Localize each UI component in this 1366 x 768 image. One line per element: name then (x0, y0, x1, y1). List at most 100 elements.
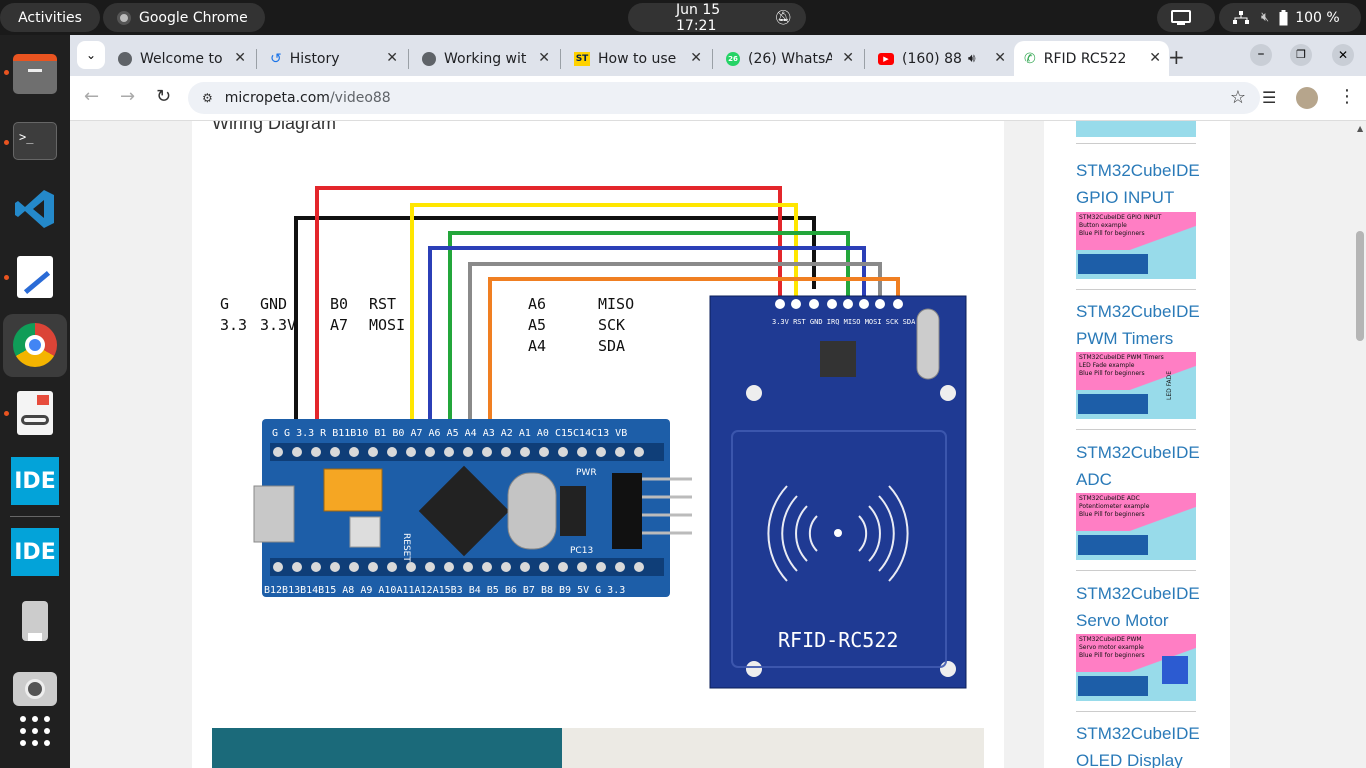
board-image (1078, 535, 1148, 555)
tab-title: (26) WhatsA (748, 50, 832, 67)
tab-separator (864, 49, 865, 69)
tab-youtube[interactable]: ▶ (160) 88 🔊︎ ✕ (868, 41, 1014, 76)
close-icon[interactable]: ✕ (538, 50, 550, 66)
vscode-icon[interactable] (11, 185, 59, 233)
previous-thumbnail[interactable] (1076, 121, 1196, 137)
usb-drive-icon[interactable] (11, 597, 59, 645)
minimize-button[interactable]: – (1250, 44, 1272, 66)
new-tab-button[interactable]: + (1168, 45, 1185, 69)
sidebar-link-oled-display[interactable]: STM32CubeIDE OLED Display (1076, 720, 1201, 768)
tab-history[interactable]: ↺ History ✕ (260, 41, 406, 76)
rfid-chip (820, 341, 856, 377)
link-line: Servo Motor (1076, 611, 1169, 630)
thumb-text: STM32CubeIDE GPIO INPUT (1079, 214, 1162, 221)
rfid-pin-labels: 3.3V RST GND IRQ MISO MOSI SCK SDA (772, 318, 916, 326)
pin-label: MISO (598, 295, 634, 313)
close-icon[interactable]: ✕ (386, 50, 398, 66)
board-image (1078, 676, 1148, 696)
tab-search-button[interactable]: ⌄ (77, 41, 105, 69)
reading-list-icon[interactable]: ☰ (1262, 88, 1276, 107)
chrome-icon[interactable] (11, 321, 59, 369)
tab-welcome[interactable]: Welcome to ✕ (108, 41, 254, 76)
history-icon: ↺ (270, 50, 282, 67)
thumb-text: Blue Pill for beginners (1079, 652, 1145, 659)
pin-label: A7 (330, 316, 348, 334)
close-icon[interactable]: ✕ (690, 50, 702, 66)
thumbnail-servo-motor[interactable]: STM32CubeIDE PWM Servo motor example Blu… (1076, 634, 1196, 701)
pin-label: MOSI (369, 316, 405, 334)
tab-rfid-rc522[interactable]: ✆ RFID RC522 ✕ (1014, 41, 1169, 76)
speaker-icon[interactable]: 🔊︎ (968, 51, 976, 66)
stm32cubeide-icon[interactable]: IDE (11, 457, 59, 505)
chevron-down-icon: ⌄ (85, 48, 97, 62)
document-viewer-icon[interactable] (11, 389, 59, 437)
close-icon[interactable]: ✕ (994, 50, 1006, 66)
thumbnail-gpio-input[interactable]: STM32CubeIDE GPIO INPUT Button example B… (1076, 212, 1196, 279)
globe-icon (118, 51, 132, 66)
clock-button[interactable]: Jun 15 17:21 🔕︎ (628, 1, 806, 34)
globe-icon (422, 51, 436, 66)
thumb-text: Servo motor example (1079, 644, 1144, 651)
tab-separator (408, 49, 409, 69)
blue-pill-board: G G 3.3 R B11B10 B1 B0 A7 A6 A5 A4 A3 A2… (253, 419, 692, 597)
link-line: STM32CubeIDE (1076, 584, 1200, 603)
network-icon (1233, 10, 1249, 24)
text-editor-icon[interactable] (11, 253, 59, 301)
thumbnail-pwm-timers[interactable]: STM32CubeIDE PWM Timers LED Fade example… (1076, 352, 1196, 419)
chrome-menu-button[interactable]: ⋮ (1338, 86, 1356, 107)
link-line: ADC (1076, 470, 1112, 489)
activities-button[interactable]: Activities (0, 3, 100, 32)
sidebar-link-adc[interactable]: STM32CubeIDE ADC (1076, 439, 1201, 493)
url-path: /video88 (329, 90, 391, 106)
sidebar-link-pwm-timers[interactable]: STM32CubeIDE PWM Timers (1076, 298, 1201, 352)
tab-strip: ⌄ Welcome to ✕ ↺ History ✕ Working wit ✕… (70, 35, 1366, 76)
pin-label: RST (369, 295, 396, 313)
terminal-icon[interactable]: >_ (11, 117, 59, 165)
address-bar[interactable]: ⚙ micropeta.com/video88 ☆ (188, 82, 1260, 114)
tab-title: How to use (598, 50, 677, 67)
thumbnail-adc[interactable]: STM32CubeIDE ADC Potentiometer example B… (1076, 493, 1196, 560)
chrome-small-icon (117, 10, 131, 25)
close-icon[interactable]: ✕ (1149, 50, 1161, 66)
profile-avatar[interactable] (1296, 87, 1318, 109)
app-menu-button[interactable]: Google Chrome (103, 3, 265, 32)
scroll-up-arrow[interactable]: ▲ (1357, 124, 1363, 133)
bookmark-star-icon[interactable]: ☆ (1230, 87, 1246, 108)
pin-label: A5 (528, 316, 546, 334)
dock-separator (10, 516, 60, 517)
close-icon[interactable]: ✕ (842, 50, 854, 66)
reload-button[interactable]: ↻ (156, 86, 171, 107)
board-image (1078, 394, 1148, 414)
datetime-label: Jun 15 17:21 (676, 1, 721, 34)
scrollbar-thumb[interactable] (1356, 231, 1364, 341)
screen-share-button[interactable] (1157, 3, 1215, 32)
running-indicator (4, 275, 9, 280)
show-apps-icon[interactable] (11, 707, 59, 755)
sidebar-link-servo-motor[interactable]: STM32CubeIDE Servo Motor (1076, 580, 1201, 634)
tab-whatsapp[interactable]: 26 (26) WhatsA ✕ (716, 41, 862, 76)
close-window-button[interactable]: ✕ (1332, 44, 1354, 66)
files-icon[interactable] (11, 50, 59, 98)
back-button[interactable]: ← (84, 86, 99, 107)
app-name-label: Google Chrome (139, 9, 248, 26)
site-info-icon[interactable]: ⚙ (202, 91, 213, 105)
tab-working-with[interactable]: Working wit ✕ (412, 41, 558, 76)
forward-button[interactable]: → (120, 86, 135, 107)
camera-icon[interactable] (11, 665, 59, 713)
maximize-button[interactable]: ❐ (1290, 44, 1312, 66)
page-scrollbar[interactable]: ▲ (1353, 121, 1366, 768)
sidebar-link-gpio-input[interactable]: STM32CubeIDE GPIO INPUT (1076, 157, 1201, 211)
thumb-text: Potentiometer example (1079, 503, 1150, 510)
reset-button (349, 516, 381, 548)
divider (1076, 289, 1196, 290)
pin-label: A4 (528, 337, 546, 355)
system-menu-button[interactable]: 🔇︎ 100 % (1219, 3, 1361, 32)
pwr-label: PWR (576, 468, 597, 478)
thumb-side-text: LED FADE (1166, 370, 1173, 400)
stm32cubeide-icon[interactable]: IDE (11, 528, 59, 576)
pin-label: B0 (330, 295, 348, 313)
close-icon[interactable]: ✕ (234, 50, 246, 66)
divider (1076, 570, 1196, 571)
pc13-label: PC13 (570, 546, 593, 556)
tab-how-to-use[interactable]: ST How to use ✕ (564, 41, 710, 76)
